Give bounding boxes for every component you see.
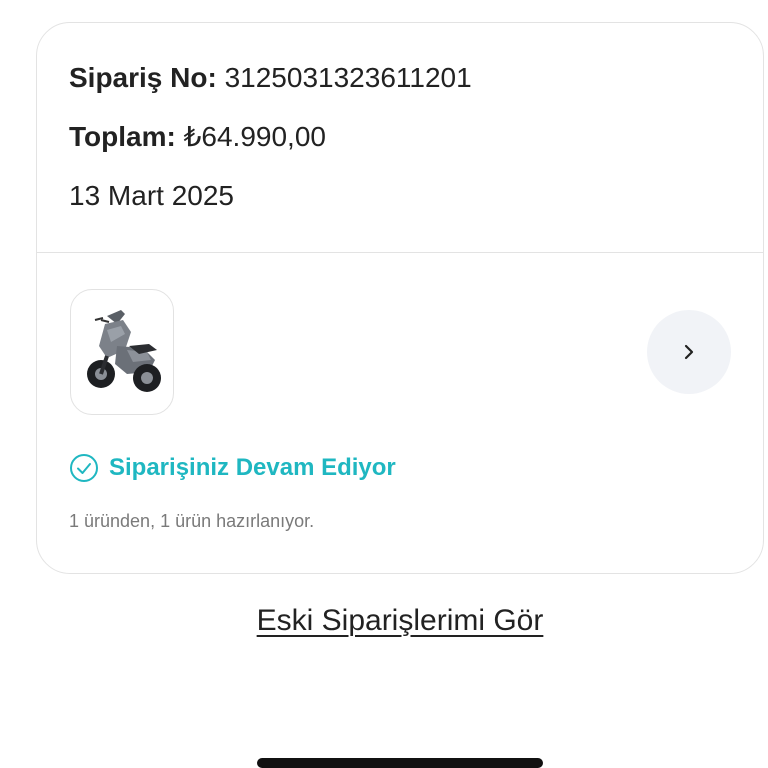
order-total-row: Toplam: ₺64.990,00 <box>69 120 326 154</box>
order-status-detail: 1 üründen, 1 ürün hazırlanıyor. <box>69 511 315 531</box>
order-number-row: Sipariş No: 3125031323611201 <box>69 61 472 95</box>
order-detail-button[interactable] <box>647 310 731 394</box>
order-total-label: Toplam: <box>69 121 176 152</box>
product-thumbnail[interactable] <box>70 289 174 415</box>
order-info: Sipariş No: 3125031323611201 Toplam: ₺64… <box>37 23 763 253</box>
old-orders-link[interactable]: Eski Siparişlerimi Gör <box>0 604 768 638</box>
check-circle-icon <box>70 454 98 482</box>
scooter-image <box>87 310 161 392</box>
home-indicator[interactable] <box>257 758 543 768</box>
order-number-label: Sipariş No: <box>69 62 217 93</box>
order-status: Siparişiniz Devam Ediyor <box>69 453 396 483</box>
order-date: 13 Mart 2025 <box>69 180 234 211</box>
order-status-text: Siparişiniz Devam Ediyor <box>109 454 396 481</box>
chevron-right-icon <box>684 344 694 360</box>
order-card: Sipariş No: 3125031323611201 Toplam: ₺64… <box>36 22 764 574</box>
order-number-value: 3125031323611201 <box>224 62 472 93</box>
order-total-value: ₺64.990,00 <box>183 121 326 152</box>
